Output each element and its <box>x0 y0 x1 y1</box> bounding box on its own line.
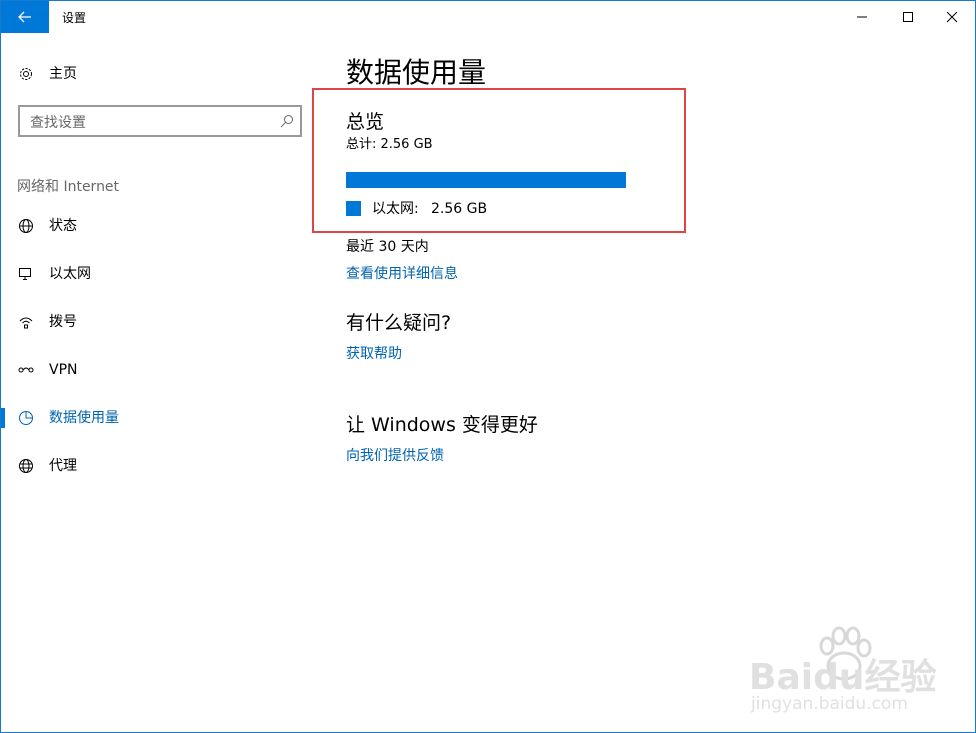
close-icon <box>946 11 958 23</box>
vpn-icon <box>18 367 34 373</box>
total-usage-text: 总计: 2.56 GB <box>346 137 433 152</box>
watermark-brand: Baidu经验 <box>749 657 937 698</box>
active-indicator <box>1 408 5 428</box>
dialup-icon <box>19 317 33 329</box>
get-help-link[interactable]: 获取帮助 <box>346 344 402 364</box>
globe-status-icon <box>19 219 33 233</box>
sidebar-item-label: 代理 <box>49 458 77 474</box>
sidebar-item-vpn[interactable]: VPN <box>1 350 301 390</box>
section-label: 网络和 Internet <box>17 179 120 195</box>
sidebar-item-home[interactable]: 主页 <box>1 54 301 94</box>
sidebar-item-ethernet[interactable]: 以太网 <box>1 254 301 294</box>
gear-icon <box>20 68 32 80</box>
close-button[interactable] <box>929 1 975 33</box>
sidebar-item-label: 主页 <box>49 66 77 82</box>
sidebar-item-proxy[interactable]: 代理 <box>1 446 301 486</box>
minimize-icon <box>857 16 867 18</box>
baidu-watermark: Baidu经验 jingyan.baidu.com <box>749 626 969 721</box>
sidebar-item-label: 数据使用量 <box>49 410 119 426</box>
back-button[interactable] <box>1 1 49 33</box>
legend-value: 2.56 GB <box>431 201 488 217</box>
usage-bar <box>346 172 626 188</box>
pie-chart-icon <box>19 411 33 425</box>
sidebar-item-label: 以太网 <box>49 266 91 282</box>
title-bar: 设置 <box>1 1 975 33</box>
maximize-button[interactable] <box>885 1 931 33</box>
question-heading: 有什么疑问? <box>346 312 452 334</box>
legend-swatch <box>346 201 361 216</box>
settings-window: 设置 主页 查找设置 网络和 Internet 状态 以太网 拨号 VPN 数据… <box>0 0 976 733</box>
watermark-url: jingyan.baidu.com <box>751 694 908 714</box>
sidebar-item-label: VPN <box>49 362 78 378</box>
sidebar-item-data-usage[interactable]: 数据使用量 <box>1 398 301 438</box>
improve-heading: 让 Windows 变得更好 <box>346 414 538 436</box>
minimize-button[interactable] <box>839 1 885 33</box>
search-icon <box>280 115 293 128</box>
view-details-link[interactable]: 查看使用详细信息 <box>346 264 458 284</box>
search-placeholder: 查找设置 <box>30 115 86 131</box>
overview-title: 总览 <box>346 111 385 133</box>
search-input[interactable]: 查找设置 <box>18 105 302 137</box>
page-title: 数据使用量 <box>346 56 487 89</box>
arrow-left-icon <box>18 11 31 23</box>
globe-icon <box>19 459 33 473</box>
maximize-icon <box>903 12 913 22</box>
window-title: 设置 <box>62 11 87 25</box>
sidebar-item-label: 拨号 <box>49 314 77 330</box>
sidebar-item-label: 状态 <box>49 218 77 234</box>
recent-period-text: 最近 30 天内 <box>346 239 429 255</box>
sidebar-item-dialup[interactable]: 拨号 <box>1 302 301 342</box>
ethernet-icon <box>19 268 31 280</box>
sidebar-item-status[interactable]: 状态 <box>1 206 301 246</box>
legend-label: 以太网: <box>372 201 419 217</box>
usage-bar-fill <box>346 172 626 188</box>
feedback-link[interactable]: 向我们提供反馈 <box>346 446 444 466</box>
